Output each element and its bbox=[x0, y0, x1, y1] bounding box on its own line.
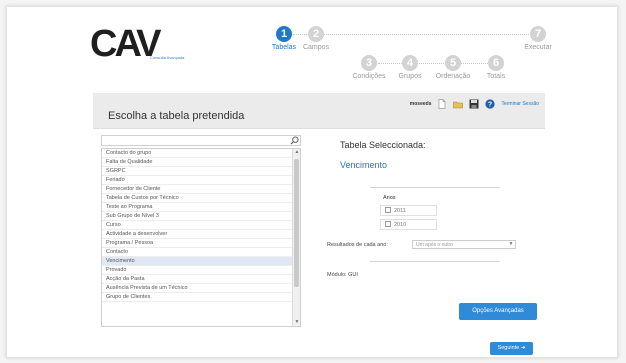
step-executar[interactable]: 7 Executar bbox=[508, 26, 568, 51]
list-item[interactable]: Ausência Prevista de um Técnico bbox=[102, 284, 292, 293]
scroll-up-icon[interactable]: ▲ bbox=[293, 149, 300, 156]
step-number: 3 bbox=[361, 55, 377, 71]
wizard-steps: 1 Tabelas 2 Campos 3 Condições 4 Grupos … bbox=[0, 0, 626, 90]
search-input[interactable] bbox=[101, 135, 301, 146]
list-item[interactable]: Actividade a desenvolver bbox=[102, 230, 292, 239]
table-picker: Contacto do grupo Falta de Qualidade SGRPC… bbox=[101, 135, 301, 327]
list-item[interactable]: Contacto bbox=[102, 248, 292, 257]
scroll-thumb[interactable] bbox=[294, 159, 299, 287]
divider bbox=[370, 187, 500, 188]
chevron-down-icon: ▼ bbox=[508, 241, 514, 247]
module-label: Módulo: GUI bbox=[327, 272, 358, 278]
step-number: 5 bbox=[445, 55, 461, 71]
list-item[interactable]: Programa / Pessoa bbox=[102, 239, 292, 248]
step-campos[interactable]: 2 Campos bbox=[286, 26, 346, 51]
page-title: Escolha a tabela pretendida bbox=[108, 110, 245, 122]
list-item[interactable]: Grupo de Clientes bbox=[102, 293, 292, 302]
step-totais[interactable]: 6 Totais bbox=[466, 55, 526, 80]
divider bbox=[370, 261, 500, 262]
save-icon[interactable] bbox=[469, 99, 479, 109]
help-icon[interactable]: ? bbox=[485, 99, 496, 109]
list-item[interactable]: Provado bbox=[102, 266, 292, 275]
new-document-icon[interactable] bbox=[437, 99, 447, 109]
next-button-label: Seguinte bbox=[497, 345, 520, 351]
step-number: 4 bbox=[402, 55, 418, 71]
scroll-down-icon[interactable]: ▼ bbox=[293, 319, 300, 326]
results-selected-option: Um após o outro bbox=[416, 242, 453, 248]
years-label: Anos bbox=[383, 195, 396, 201]
step-number: 6 bbox=[488, 55, 504, 71]
results-label: Resultados de cada ano: bbox=[327, 242, 388, 248]
toolbar: moseeds ? Terminar Sessão bbox=[410, 97, 539, 111]
step-number: 2 bbox=[308, 26, 324, 42]
year-label: 2010 bbox=[394, 222, 407, 228]
year-checkbox[interactable] bbox=[385, 207, 391, 214]
open-folder-icon[interactable] bbox=[453, 99, 464, 109]
table-list[interactable]: Contacto do grupo Falta de Qualidade SGRPC… bbox=[101, 148, 301, 327]
year-option[interactable]: 2010 bbox=[380, 219, 437, 230]
list-item[interactable]: Teste ao Programa bbox=[102, 203, 292, 212]
username: moseeds bbox=[409, 101, 432, 107]
selected-table-name: Vencimento bbox=[340, 160, 388, 170]
logout-link[interactable]: Terminar Sessão bbox=[501, 101, 539, 107]
list-scrollbar[interactable]: ▲ ▼ bbox=[292, 149, 300, 326]
list-item[interactable]: Feriado bbox=[102, 176, 292, 185]
list-item[interactable]: Fornecedor de Cliente bbox=[102, 185, 292, 194]
next-button[interactable]: Seguinte ➜ bbox=[490, 342, 533, 355]
search-icon[interactable] bbox=[290, 136, 299, 145]
list-item[interactable]: Falta de Qualidade bbox=[102, 158, 292, 167]
svg-text:?: ? bbox=[488, 102, 492, 109]
list-item[interactable]: Sub Grupo de Nível 3 bbox=[102, 212, 292, 221]
list-item[interactable]: Tabela de Custos por Técnico bbox=[102, 194, 292, 203]
year-label: 2011 bbox=[394, 208, 406, 214]
wizard-connector bbox=[324, 34, 529, 35]
step-label: Totais bbox=[486, 73, 506, 80]
list-item[interactable]: Curso bbox=[102, 221, 292, 230]
arrow-right-icon: ➜ bbox=[520, 345, 526, 351]
step-label: Executar bbox=[524, 44, 552, 51]
list-item[interactable]: Acção da Pasta bbox=[102, 275, 292, 284]
header-bar: Escolha a tabela pretendida moseeds ? Te… bbox=[93, 93, 545, 129]
list-item[interactable]: Vencimento bbox=[102, 257, 292, 266]
selection-panel: Tabela Seleccionada: Vencimento Anos 201… bbox=[326, 135, 546, 327]
list-item[interactable]: Contacto do grupo bbox=[102, 149, 292, 158]
advanced-options-button[interactable]: Opções Avançadas bbox=[459, 303, 537, 320]
results-dropdown[interactable]: Um após o outro ▼ bbox=[412, 240, 516, 249]
selection-heading: Tabela Seleccionada: bbox=[340, 140, 426, 150]
year-checkbox[interactable] bbox=[385, 221, 391, 228]
year-option[interactable]: 2011 bbox=[380, 205, 437, 216]
step-number: 7 bbox=[530, 26, 546, 42]
list-item[interactable]: SGRPC bbox=[102, 167, 292, 176]
step-label: Campos bbox=[302, 44, 330, 51]
